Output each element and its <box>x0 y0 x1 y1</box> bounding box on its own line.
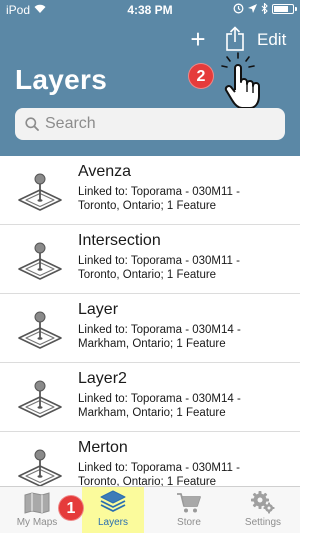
search-input[interactable] <box>45 115 275 133</box>
layer-name: Layer <box>78 301 119 318</box>
alarm-icon <box>233 3 244 14</box>
share-icon[interactable] <box>224 26 246 52</box>
layer-map-pin-icon <box>18 449 62 486</box>
search-icon <box>25 117 39 131</box>
layer-detail: Linked to: Toporama - 030M14 - Markham, … <box>78 393 241 419</box>
search-bar[interactable] <box>15 108 285 140</box>
header: iPod 4:38 PM + Edit Layers 2 Search <box>0 0 300 156</box>
layer-name: Avenza <box>78 163 132 180</box>
layer-row[interactable]: Intersection Linked to: Toporama - 030M1… <box>0 225 300 294</box>
layer-detail: Linked to: Toporama - 030M14 - Markham, … <box>78 324 241 350</box>
layer-map-pin-icon <box>18 311 62 349</box>
add-layer-button[interactable]: + <box>186 26 210 52</box>
layer-name: Merton <box>78 439 128 456</box>
tab-layers-label: Layers <box>97 517 128 528</box>
layer-list: Avenza Linked to: Toporama - 030M11 - To… <box>0 156 300 486</box>
layers-icon <box>100 490 126 512</box>
step-badge-1: 1 <box>58 495 84 521</box>
tab-store[interactable]: Store <box>152 487 226 533</box>
cart-icon <box>177 493 201 513</box>
page-title: Layers <box>15 64 108 95</box>
tab-layers[interactable]: Layers <box>82 487 144 533</box>
layer-detail: Linked to: Toporama - 030M11 - Toronto, … <box>78 255 240 281</box>
bluetooth-icon <box>261 3 268 14</box>
layer-row[interactable]: Merton Linked to: Toporama - 030M11 - To… <box>0 432 300 486</box>
layer-detail: Linked to: Toporama - 030M11 - Toronto, … <box>78 462 240 486</box>
tab-bar: My Maps Layers Store Settings <box>0 486 300 533</box>
tab-settings-label: Settings <box>244 517 282 528</box>
status-bar: iPod 4:38 PM <box>0 0 300 20</box>
tap-hand-icon <box>221 52 260 109</box>
battery-icon <box>272 3 297 14</box>
step-badge-2: 2 <box>188 63 214 89</box>
layer-name: Layer2 <box>78 370 127 387</box>
layer-detail: Linked to: Toporama - 030M11 - Toronto, … <box>78 186 240 212</box>
battery-level <box>274 5 289 12</box>
layer-map-pin-icon <box>18 173 62 211</box>
layer-map-pin-icon <box>18 242 62 280</box>
tab-store-label: Store <box>177 517 201 528</box>
tab-settings[interactable]: Settings <box>226 487 300 533</box>
tab-my-maps-label: My Maps <box>16 517 58 528</box>
map-icon <box>24 492 50 514</box>
layer-map-pin-icon <box>18 380 62 418</box>
gear-icon <box>251 491 275 514</box>
location-icon <box>248 4 257 13</box>
layer-row[interactable]: Layer2 Linked to: Toporama - 030M14 - Ma… <box>0 363 300 432</box>
layer-row[interactable]: Layer Linked to: Toporama - 030M14 - Mar… <box>0 294 300 363</box>
layer-row[interactable]: Avenza Linked to: Toporama - 030M11 - To… <box>0 156 300 225</box>
layer-name: Intersection <box>78 232 161 249</box>
edit-button[interactable]: Edit <box>257 30 286 50</box>
